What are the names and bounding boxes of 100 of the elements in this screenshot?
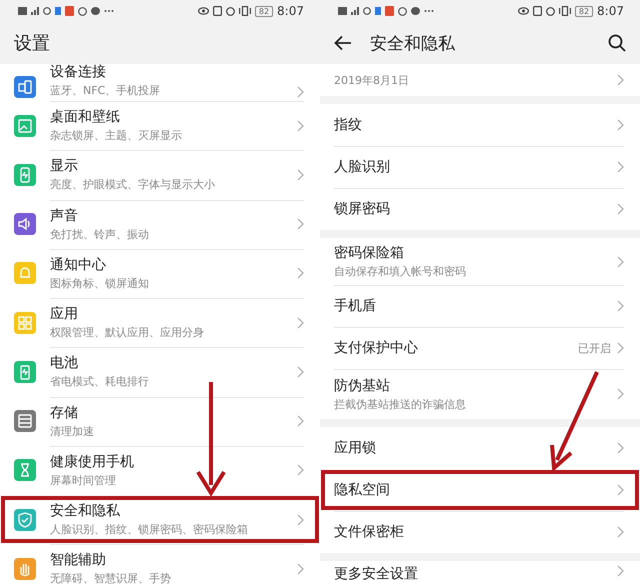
hd-icon (338, 7, 347, 15)
chevron-icon (617, 74, 624, 86)
page-title: 安全和隐私 (370, 32, 456, 54)
item-title: 电池 (50, 354, 79, 372)
item-subtitle: 人脸识别、指纹、锁屏密码、密码保险箱 (50, 522, 249, 538)
settings-item[interactable]: 文件保密柜 (320, 511, 640, 553)
item-subtitle: 杂志锁屏、主题、灭屏显示 (50, 128, 183, 144)
vibrate-icon (558, 6, 571, 16)
chevron-icon (617, 565, 624, 577)
item-title: 支付保护中心 (334, 339, 419, 357)
circle-icon (43, 7, 51, 15)
chevron-icon (617, 300, 624, 312)
more-icon (424, 9, 434, 13)
chevron-icon (297, 267, 304, 280)
battery-level: 82 (254, 6, 274, 16)
chevron-icon (617, 388, 624, 400)
item-title: 桌面和壁纸 (50, 108, 121, 126)
item-title: 指纹 (334, 116, 363, 134)
chevron-icon (617, 119, 624, 131)
item-subtitle: 屏幕时间管理 (50, 472, 117, 488)
settings-item[interactable]: 健康使用手机 屏幕时间管理 (0, 446, 320, 495)
settings-item[interactable]: 通知中心 图标角标、锁屏通知 (0, 248, 320, 298)
more-icon (104, 9, 114, 13)
item-title: 文件保密柜 (334, 523, 405, 541)
settings-item[interactable]: 桌面和壁纸 杂志锁屏、主题、灭屏显示 (0, 101, 320, 150)
chevron-icon (617, 484, 624, 496)
chevron-icon (617, 203, 624, 215)
chevron-icon (297, 120, 304, 132)
chevron-icon (297, 316, 304, 329)
item-subtitle: 蓝牙、NFC、手机投屏 (50, 83, 162, 98)
item-title: 密码保险箱 (334, 244, 405, 262)
status-time: 8:07 (597, 4, 624, 18)
status-time: 8:07 (277, 4, 304, 18)
chevron-icon (617, 342, 624, 354)
settings-item[interactable]: 支付保护中心 已开启 (320, 327, 640, 369)
settings-item[interactable]: 电池 省电模式、耗电排行 (0, 347, 320, 396)
settings-item[interactable]: 指纹 (320, 104, 640, 146)
item-subtitle: 拦截伪基站推送的诈骗信息 (334, 396, 467, 412)
item-title: 声音 (50, 206, 79, 225)
item-subtitle: 省电模式、耗电排行 (50, 374, 150, 390)
settings-item[interactable]: 人脸识别 (320, 146, 640, 188)
chevron-icon (617, 442, 624, 454)
item-subtitle: 清理加速 (50, 424, 95, 439)
chevron-icon (297, 562, 304, 575)
circle-icon (363, 7, 371, 15)
chevron-icon (617, 526, 624, 538)
signal-icon (351, 7, 359, 15)
hd-icon (18, 7, 27, 15)
chevron-icon (297, 86, 304, 98)
settings-item[interactable]: 应用锁 (320, 427, 640, 469)
item-title: 应用 (50, 305, 79, 324)
back-arrow-icon[interactable] (334, 35, 352, 51)
chevron-icon (617, 256, 624, 268)
settings-item[interactable]: 手机盾 (320, 285, 640, 327)
chevron-icon (297, 514, 304, 526)
settings-item[interactable]: 锁屏密码 (320, 188, 640, 230)
item-title: 应用锁 (334, 439, 377, 457)
item-title: 隐私空间 (334, 481, 391, 499)
item-title: 通知中心 (50, 256, 107, 274)
chevron-icon (297, 168, 304, 181)
item-title: 锁屏密码 (334, 200, 391, 218)
item-value: 已开启 (578, 340, 611, 356)
settings-item[interactable]: 存储 清理加速 (0, 396, 320, 446)
settings-item[interactable]: 声音 免打扰、铃声、振动 (0, 200, 320, 249)
search-icon[interactable] (608, 34, 626, 52)
item-subtitle: 权限管理、默认应用、应用分身 (50, 325, 205, 340)
settings-item[interactable]: 设备连接 蓝牙、NFC、手机投屏 (0, 64, 320, 101)
item-title: 手机盾 (334, 297, 377, 315)
item-title: 智能辅助 (50, 551, 107, 570)
chevron-icon (297, 415, 304, 428)
item-subtitle: 亮度、护眼模式、字体与显示大小 (50, 177, 216, 192)
settings-item[interactable]: 显示 亮度、护眼模式、字体与显示大小 (0, 150, 320, 200)
settings-item[interactable]: 安全和隐私 人脸识别、指纹、锁屏密码、密码保险箱 (0, 495, 320, 544)
settings-item[interactable]: 2019年8月1日 (320, 64, 640, 96)
item-subtitle: 免打扰、铃声、振动 (50, 226, 150, 242)
vibrate-icon (238, 6, 251, 16)
eye-icon (198, 7, 209, 15)
settings-item[interactable]: 防伪基站 拦截伪基站推送的诈骗信息 (320, 369, 640, 419)
chevron-icon (617, 161, 624, 173)
item-title: 安全和隐私 (50, 502, 121, 520)
settings-item[interactable]: 智能辅助 无障碍、智慧识屏、手势 (0, 544, 320, 586)
page-title: 设置 (14, 32, 51, 55)
item-title: 健康使用手机 (50, 452, 135, 471)
settings-item[interactable]: 密码保险箱 自动保存和填入帐号和密码 (320, 238, 640, 285)
settings-item[interactable]: 隐私空间 (320, 469, 640, 511)
item-title: 防伪基站 (334, 376, 391, 394)
signal-icon (31, 7, 39, 15)
item-subtitle: 无障碍、智慧识屏、手势 (50, 571, 172, 586)
item-subtitle: 图标角标、锁屏通知 (50, 276, 150, 291)
eye-icon (518, 7, 529, 15)
settings-item[interactable]: 更多安全设置 (320, 561, 640, 586)
chevron-icon (297, 218, 304, 230)
item-subtitle: 自动保存和填入帐号和密码 (334, 264, 467, 279)
chevron-icon (297, 366, 304, 378)
item-title: 设备连接 (50, 64, 107, 81)
item-title: 存储 (50, 404, 79, 422)
settings-item[interactable]: 应用 权限管理、默认应用、应用分身 (0, 298, 320, 348)
item-title: 人脸识别 (334, 158, 391, 176)
item-title: 显示 (50, 157, 79, 176)
item-title: 更多安全设置 (334, 565, 419, 583)
